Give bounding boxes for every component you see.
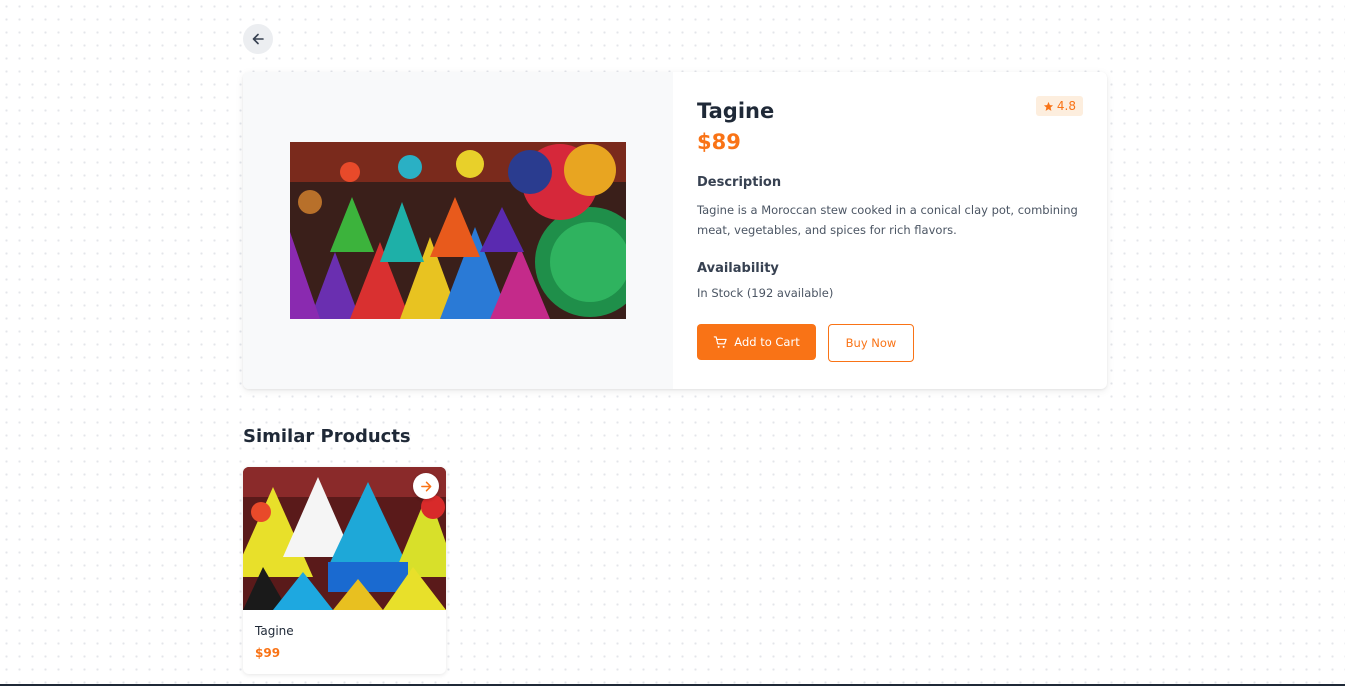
product-detail-card: Tagine 4.8 $89 Description Tagine is a M…: [243, 72, 1107, 389]
similar-products-heading: Similar Products: [243, 426, 411, 447]
cart-icon: [713, 335, 727, 348]
product-description: Tagine is a Moroccan stew cooked in a co…: [697, 203, 1078, 237]
product-actions: Add to Cart Buy Now: [697, 324, 1083, 362]
back-button[interactable]: [243, 24, 273, 54]
availability-label: Availability: [697, 261, 779, 276]
buy-now-button[interactable]: Buy Now: [828, 324, 914, 362]
product-title: Tagine: [697, 99, 775, 123]
open-product-button[interactable]: [413, 473, 439, 499]
star-icon: [1043, 101, 1053, 111]
arrow-right-icon: [420, 481, 431, 491]
add-to-cart-label: Add to Cart: [734, 335, 800, 349]
similar-product-card[interactable]: Tagine $99: [243, 467, 446, 674]
rating-badge: 4.8: [1035, 96, 1083, 116]
availability-status: In Stock (192 available): [697, 286, 834, 300]
product-media: [243, 72, 673, 389]
similar-product-name: Tagine: [255, 624, 294, 638]
product-image: [290, 142, 626, 319]
similar-product-price: $99: [255, 646, 281, 660]
product-info: Tagine 4.8 $89 Description Tagine is a M…: [673, 72, 1107, 389]
description-label: Description: [697, 175, 782, 190]
add-to-cart-button[interactable]: Add to Cart: [697, 324, 816, 360]
product-price: $89: [697, 130, 741, 154]
rating-value: 4.8: [1056, 99, 1076, 113]
arrow-left-icon: [252, 33, 264, 45]
